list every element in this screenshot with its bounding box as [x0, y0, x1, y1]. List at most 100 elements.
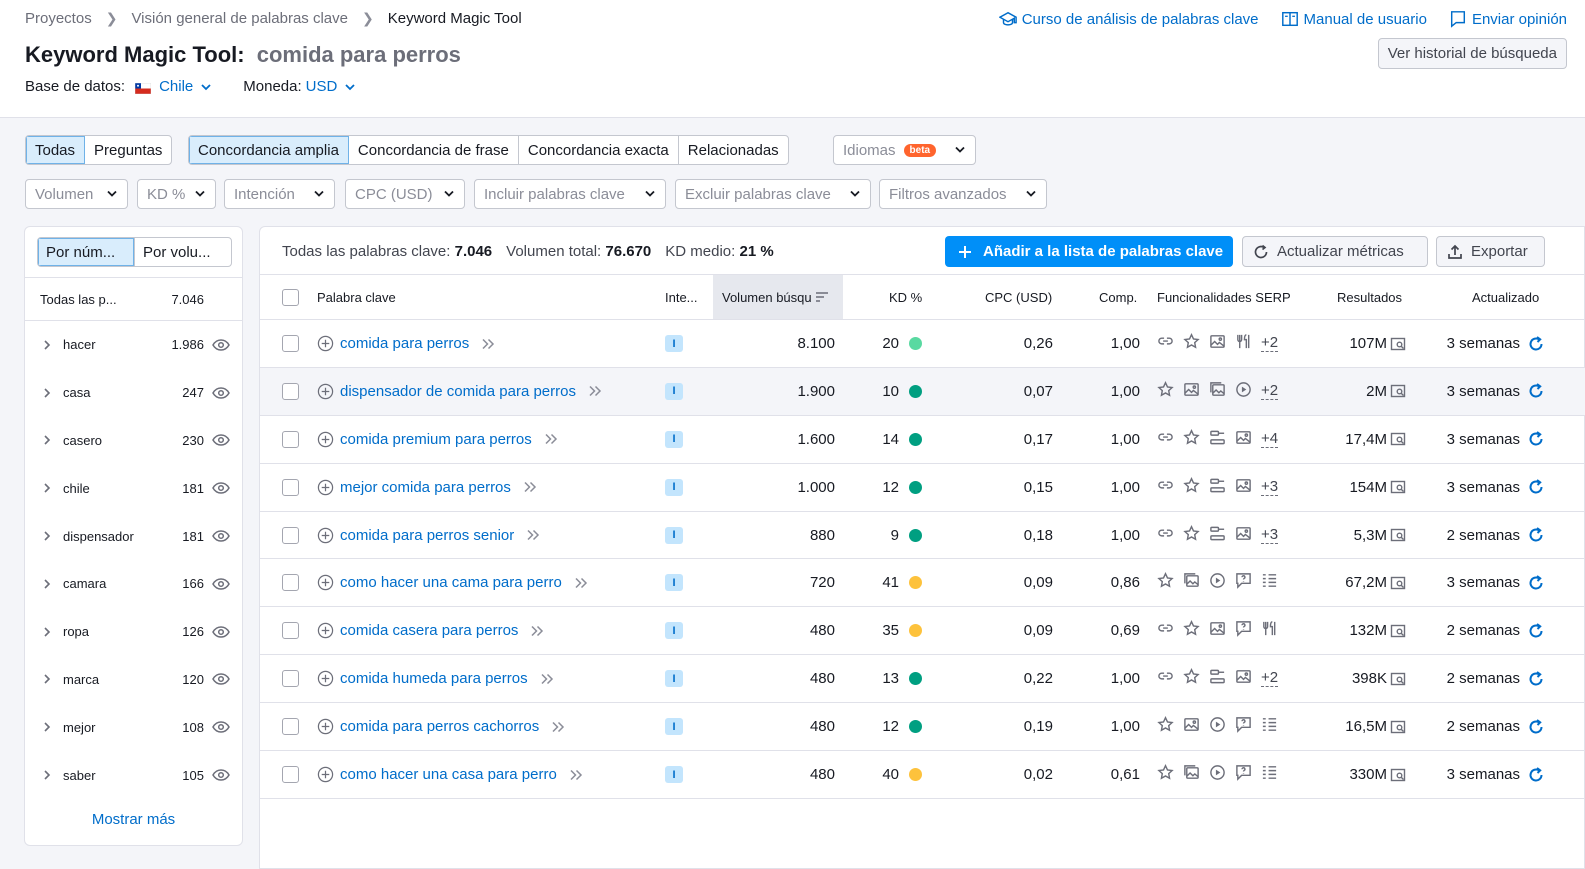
serp-preview-icon[interactable]	[1390, 575, 1406, 591]
eye-icon[interactable]	[212, 673, 230, 686]
video-icon[interactable]	[1209, 764, 1226, 785]
tab-related[interactable]: Relacionadas	[679, 136, 788, 164]
feedback-link[interactable]: Enviar opinión	[1449, 10, 1567, 28]
link-icon[interactable]	[1157, 620, 1174, 641]
column-volume[interactable]: Volumen búsqu	[713, 275, 843, 319]
row-checkbox[interactable]	[282, 526, 299, 544]
eye-icon[interactable]	[212, 339, 230, 351]
keyword-link[interactable]: comida casera para perros	[340, 622, 518, 639]
column-serp-features[interactable]: Funcionalidades SERP	[1157, 275, 1291, 319]
manual-link[interactable]: Manual de usuario	[1281, 10, 1427, 28]
video-icon[interactable]	[1209, 572, 1226, 593]
double-chevron-right-icon[interactable]	[523, 481, 537, 493]
row-checkbox[interactable]	[282, 430, 299, 448]
faq-icon[interactable]	[1235, 764, 1252, 785]
refresh-icon[interactable]	[1528, 575, 1544, 591]
serp-more-link[interactable]: +2	[1261, 382, 1279, 400]
add-to-keyword-list-button[interactable]: Añadir a la lista de palabras clave	[945, 236, 1233, 267]
group-item[interactable]: saber 105	[25, 751, 242, 799]
chevron-right-icon[interactable]	[43, 483, 51, 493]
link-icon[interactable]	[1157, 333, 1174, 354]
column-kd[interactable]: KD %	[889, 275, 922, 319]
breadcrumb-keyword-overview[interactable]: Visión general de palabras clave	[131, 10, 348, 27]
chevron-right-icon[interactable]	[43, 579, 51, 589]
image-icon[interactable]	[1209, 333, 1226, 354]
search-history-button[interactable]: Ver historial de búsqueda	[1377, 38, 1567, 69]
serp-preview-icon[interactable]	[1390, 767, 1406, 783]
refresh-icon[interactable]	[1528, 383, 1544, 399]
eye-icon[interactable]	[212, 721, 230, 734]
keyword-link[interactable]: como hacer una casa para perro	[340, 766, 557, 783]
advanced-filters[interactable]: Filtros avanzados	[879, 179, 1047, 209]
row-checkbox[interactable]	[282, 382, 299, 400]
sort-by-number[interactable]: Por núm...	[38, 238, 134, 266]
serp-more-link[interactable]: +4	[1261, 430, 1279, 448]
add-circle-icon[interactable]	[317, 479, 334, 496]
eye-icon[interactable]	[212, 482, 230, 495]
add-circle-icon[interactable]	[317, 431, 334, 448]
keyword-link[interactable]: mejor comida para perros	[340, 479, 511, 496]
star-icon[interactable]	[1157, 764, 1174, 785]
refresh-icon[interactable]	[1528, 335, 1544, 352]
star-icon[interactable]	[1183, 620, 1200, 641]
link-icon[interactable]	[1157, 429, 1174, 450]
column-updated[interactable]: Actualizado	[1472, 275, 1539, 319]
row-checkbox[interactable]	[282, 478, 299, 496]
eye-icon[interactable]	[212, 625, 230, 638]
tab-questions[interactable]: Preguntas	[85, 136, 171, 164]
star-icon[interactable]	[1157, 380, 1174, 402]
refresh-icon[interactable]	[1528, 527, 1544, 543]
row-checkbox[interactable]	[282, 574, 299, 592]
keyword-link[interactable]: comida para perros cachorros	[340, 718, 539, 735]
double-chevron-right-icon[interactable]	[544, 433, 558, 445]
chevron-right-icon[interactable]	[43, 340, 51, 350]
column-results[interactable]: Resultados	[1337, 275, 1402, 319]
shopping-icon[interactable]	[1209, 429, 1226, 450]
group-item[interactable]: casero 230	[25, 417, 242, 465]
kd-filter[interactable]: KD %	[137, 179, 216, 209]
double-chevron-right-icon[interactable]	[530, 625, 544, 637]
image-icon[interactable]	[1235, 429, 1252, 450]
exclude-keywords-filter[interactable]: Excluir palabras clave	[675, 179, 871, 209]
faq-icon[interactable]	[1235, 716, 1252, 737]
chevron-right-icon[interactable]	[43, 435, 51, 446]
group-item[interactable]: ropa 126	[25, 608, 242, 656]
serp-preview-icon[interactable]	[1390, 623, 1406, 639]
chevron-right-icon[interactable]	[43, 674, 51, 685]
refresh-icon[interactable]	[1528, 479, 1544, 495]
row-checkbox[interactable]	[282, 335, 299, 352]
add-circle-icon[interactable]	[317, 766, 334, 783]
add-circle-icon[interactable]	[317, 574, 334, 591]
chevron-right-icon[interactable]	[43, 531, 51, 541]
eye-icon[interactable]	[212, 386, 230, 399]
languages-dropdown[interactable]: Idiomas beta	[833, 135, 976, 165]
eye-icon[interactable]	[212, 578, 230, 590]
column-cpc[interactable]: CPC (USD)	[985, 275, 1052, 319]
select-all-checkbox[interactable]	[282, 288, 299, 306]
eye-icon[interactable]	[212, 434, 230, 447]
double-chevron-right-icon[interactable]	[588, 385, 602, 397]
chevron-right-icon[interactable]	[43, 388, 51, 398]
refresh-icon[interactable]	[1528, 623, 1544, 639]
group-item[interactable]: mejor 108	[25, 703, 242, 751]
all-keywords-group[interactable]: Todas las p... 7.046	[25, 277, 242, 321]
chevron-right-icon[interactable]	[43, 770, 51, 780]
tab-phrase-match[interactable]: Concordancia de frase	[349, 136, 519, 164]
keyword-link[interactable]: comida premium para perros	[340, 431, 532, 448]
keyword-link[interactable]: comida para perros senior	[340, 527, 514, 544]
serp-preview-icon[interactable]	[1390, 431, 1406, 447]
course-link[interactable]: Curso de análisis de palabras clave	[998, 10, 1259, 28]
image-icon[interactable]	[1235, 477, 1252, 498]
keyword-link[interactable]: dispensador de comida para perros	[340, 383, 576, 400]
video-icon[interactable]	[1235, 381, 1252, 402]
shopping-icon[interactable]	[1209, 668, 1226, 689]
link-icon[interactable]	[1157, 668, 1174, 689]
list-icon[interactable]	[1261, 572, 1278, 593]
list-icon[interactable]	[1261, 764, 1278, 785]
volume-filter[interactable]: Volumen	[25, 179, 128, 209]
group-item[interactable]: hacer 1.986	[25, 321, 242, 369]
image-pack-icon[interactable]	[1209, 381, 1226, 402]
refresh-icon[interactable]	[1528, 718, 1544, 735]
tab-all[interactable]: Todas	[26, 136, 86, 164]
serp-preview-icon[interactable]	[1390, 527, 1406, 543]
